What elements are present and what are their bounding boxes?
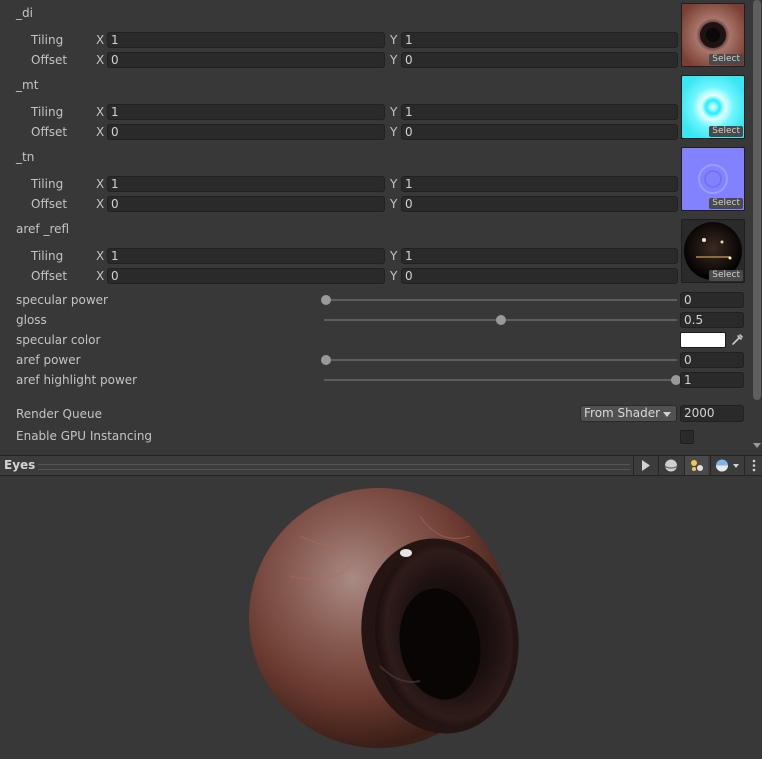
- texture-title-tn: _tn: [16, 150, 35, 164]
- skybox-sphere-icon: [716, 459, 739, 472]
- tiling-y-field[interactable]: 1: [401, 248, 678, 264]
- offset-label: Offset: [31, 125, 68, 139]
- kebab-menu-icon: [752, 459, 756, 472]
- axis-x-label: X: [96, 125, 105, 139]
- gloss-field[interactable]: 0.5: [680, 312, 744, 328]
- tiling-y-field[interactable]: 1: [401, 176, 678, 192]
- offset-x-field[interactable]: 0: [107, 196, 385, 212]
- texture-thumbnail-tn[interactable]: Select: [681, 147, 745, 211]
- preview-shape-button[interactable]: [658, 456, 682, 475]
- offset-y-field[interactable]: 0: [401, 196, 678, 212]
- axis-x-label: X: [96, 177, 105, 191]
- gpu-instancing-label: Enable GPU Instancing: [16, 429, 153, 443]
- lighting-button[interactable]: [684, 456, 708, 475]
- select-button[interactable]: Select: [709, 270, 743, 281]
- tiling-label: Tiling: [31, 33, 64, 47]
- texture-title-aref-refl: aref _refl: [16, 222, 70, 236]
- play-button[interactable]: [633, 456, 657, 475]
- tiling-label: Tiling: [31, 249, 64, 263]
- axis-y-label: Y: [390, 125, 398, 139]
- axis-x-label: X: [96, 105, 105, 119]
- inspector-scrollbar[interactable]: [751, 0, 762, 455]
- texture-title-di: _di: [16, 6, 33, 20]
- render-queue-dropdown[interactable]: From Shader: [580, 405, 677, 422]
- axis-x-label: X: [96, 33, 105, 47]
- offset-y-field[interactable]: 0: [401, 124, 678, 140]
- eyedropper-icon[interactable]: [730, 333, 744, 347]
- material-inspector: _di Tiling X 1 Y 1 Offset X 0 Y 0 Select…: [0, 0, 762, 455]
- tiling-x-field[interactable]: 1: [107, 32, 385, 48]
- offset-x-field[interactable]: 0: [107, 268, 385, 284]
- axis-x-label: X: [96, 197, 105, 211]
- aref-highlight-power-label: aref highlight power: [16, 373, 138, 387]
- tiling-x-field[interactable]: 1: [107, 104, 385, 120]
- axis-x-label: X: [96, 269, 105, 283]
- offset-y-field[interactable]: 0: [401, 52, 678, 68]
- texture-thumbnail-di[interactable]: Select: [681, 3, 745, 67]
- offset-x-field[interactable]: 0: [107, 124, 385, 140]
- sphere-icon: [664, 459, 678, 472]
- axis-x-label: X: [96, 249, 105, 263]
- offset-label: Offset: [31, 197, 68, 211]
- tiling-y-field[interactable]: 1: [401, 104, 678, 120]
- axis-y-label: Y: [390, 33, 398, 47]
- offset-y-field[interactable]: 0: [401, 268, 678, 284]
- aref-power-label: aref power: [16, 353, 81, 367]
- select-button[interactable]: Select: [709, 126, 743, 137]
- specular-power-slider-track[interactable]: [324, 299, 677, 301]
- axis-x-label: X: [96, 53, 105, 67]
- select-button[interactable]: Select: [709, 54, 743, 65]
- scrollbar-thumb[interactable]: [753, 0, 761, 400]
- offset-label: Offset: [31, 53, 68, 67]
- specular-color-label: specular color: [16, 333, 101, 347]
- axis-y-label: Y: [390, 177, 398, 191]
- texture-thumbnail-mt[interactable]: Select: [681, 75, 745, 139]
- offset-x-field[interactable]: 0: [107, 52, 385, 68]
- specular-power-slider-knob[interactable]: [321, 295, 331, 305]
- eyeball-preview-image: [249, 488, 519, 748]
- more-options-button[interactable]: [744, 456, 762, 475]
- select-button[interactable]: Select: [709, 198, 743, 209]
- preview-title: Eyes: [4, 458, 36, 472]
- texture-title-mt: _mt: [16, 78, 39, 92]
- reflection-probe-dropdown[interactable]: [710, 456, 744, 475]
- aref-highlight-power-slider-track[interactable]: [324, 379, 677, 381]
- render-queue-mode: From Shader: [584, 406, 661, 420]
- axis-y-label: Y: [390, 105, 398, 119]
- aref-power-slider-knob[interactable]: [321, 355, 331, 365]
- specular-power-field[interactable]: 0: [680, 292, 744, 308]
- chevron-down-icon: [663, 412, 671, 417]
- gpu-instancing-checkbox[interactable]: [680, 430, 694, 444]
- tiling-x-field[interactable]: 1: [107, 248, 385, 264]
- lights-icon: [691, 460, 703, 471]
- scroll-down-arrow-icon[interactable]: [753, 441, 761, 449]
- tiling-label: Tiling: [31, 177, 64, 191]
- render-queue-label: Render Queue: [16, 407, 102, 421]
- preview-toolbar: Eyes: [0, 455, 762, 476]
- gloss-slider-knob[interactable]: [496, 315, 506, 325]
- aref-highlight-power-field[interactable]: 1: [680, 372, 744, 388]
- material-preview-area[interactable]: [0, 476, 762, 756]
- resize-grip[interactable]: [38, 464, 630, 470]
- tiling-label: Tiling: [31, 105, 64, 119]
- tiling-x-field[interactable]: 1: [107, 176, 385, 192]
- texture-thumbnail-aref-refl[interactable]: Select: [681, 219, 745, 283]
- offset-label: Offset: [31, 269, 68, 283]
- axis-y-label: Y: [390, 197, 398, 211]
- axis-y-label: Y: [390, 269, 398, 283]
- tiling-y-field[interactable]: 1: [401, 32, 678, 48]
- play-icon: [642, 460, 650, 471]
- aref-power-field[interactable]: 0: [680, 352, 744, 368]
- axis-y-label: Y: [390, 53, 398, 67]
- render-queue-field[interactable]: 2000: [680, 405, 744, 422]
- aref-power-slider-track[interactable]: [324, 359, 677, 361]
- axis-y-label: Y: [390, 249, 398, 263]
- specular-power-label: specular power: [16, 293, 108, 307]
- gloss-label: gloss: [16, 313, 47, 327]
- specular-color-swatch[interactable]: [680, 332, 726, 348]
